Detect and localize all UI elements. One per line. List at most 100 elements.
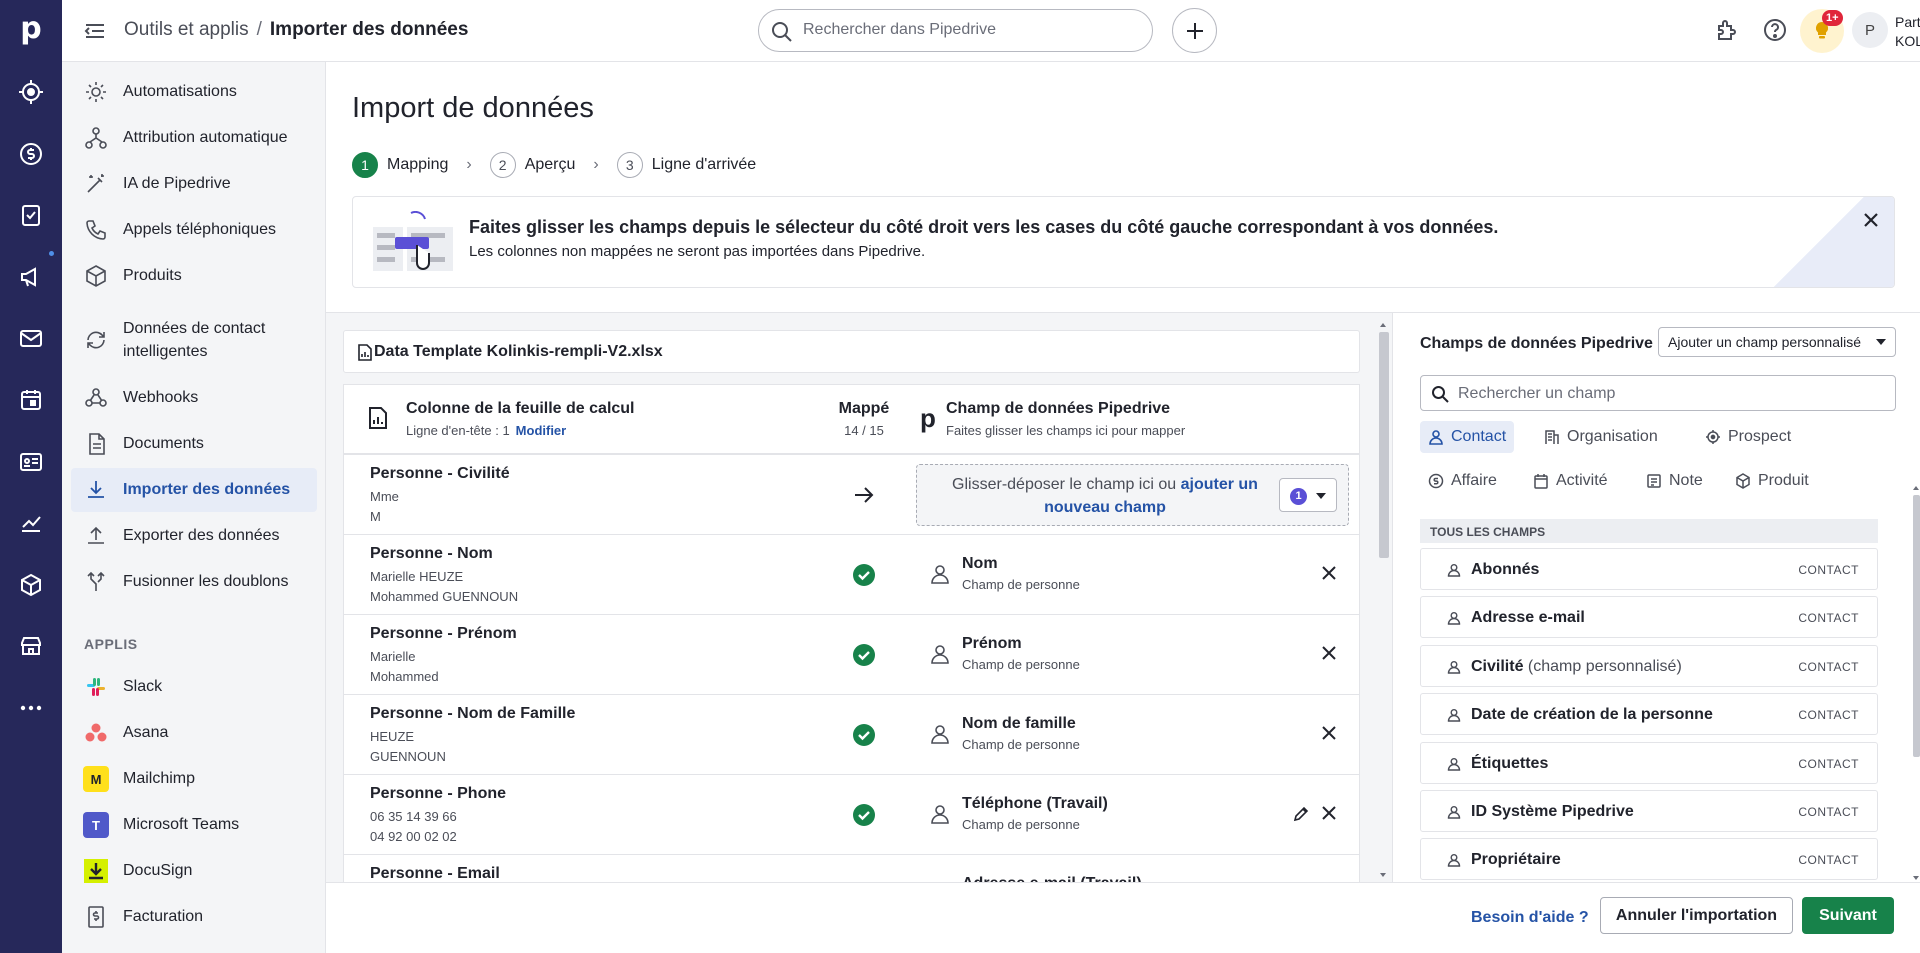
tab-note[interactable]: Note: [1638, 465, 1711, 497]
pipedrive-logo[interactable]: p: [0, 0, 62, 56]
avatar[interactable]: P: [1852, 12, 1888, 48]
close-icon: [1322, 566, 1336, 580]
field-search-input[interactable]: Rechercher un champ: [1420, 375, 1896, 411]
help-link[interactable]: Besoin d'aide ?: [1471, 909, 1589, 927]
sidebar-item-fusionner[interactable]: Fusionner les doublons: [71, 560, 317, 604]
field-label: Abonnés: [1471, 561, 1540, 578]
company-name: KOLINKIS: [1895, 33, 1920, 49]
store-icon[interactable]: [15, 630, 47, 662]
user-account[interactable]: Partner KOLINKIS: [1895, 13, 1920, 51]
sidebar-item-webhooks[interactable]: Webhooks: [71, 376, 317, 420]
sidebar-item-facturation[interactable]: Facturation: [71, 895, 317, 939]
puzzle-icon[interactable]: [1714, 17, 1740, 43]
unmap-button[interactable]: [1321, 805, 1337, 821]
sidebar-item-label: Appels téléphoniques: [123, 221, 277, 238]
field-drop-zone[interactable]: Glisser-déposer le champ ici ou ajouter …: [916, 464, 1349, 526]
close-banner-button[interactable]: [1862, 211, 1880, 229]
table-row: Personne - Nom Marielle HEUZE Mohammed G…: [344, 535, 1359, 615]
user-name: Partner: [1895, 14, 1920, 30]
scroll-down-icon[interactable]: [1376, 870, 1390, 880]
field-item-abonnes[interactable]: Abonnés CONTACT: [1420, 548, 1878, 590]
calendar-icon[interactable]: [15, 384, 47, 416]
sidebar-item-teams[interactable]: T Microsoft Teams: [71, 803, 317, 847]
field-item-adresse-email[interactable]: Adresse e-mail CONTACT: [1420, 596, 1878, 638]
sidebar-item-produits[interactable]: Produits: [71, 254, 317, 298]
megaphone-icon[interactable]: [15, 261, 47, 293]
help-icon[interactable]: [1762, 17, 1788, 43]
sidebar-item-mailchimp[interactable]: M Mailchimp: [71, 757, 317, 801]
tab-activite[interactable]: Activité: [1525, 465, 1616, 497]
sidebar-item-automatisations[interactable]: Automatisations: [71, 70, 317, 114]
add-custom-field-dropdown[interactable]: Ajouter un champ personnalisé: [1658, 327, 1896, 357]
field-tag: CONTACT: [1798, 757, 1859, 771]
sidebar-item-documents[interactable]: Documents: [71, 422, 317, 466]
field-label: Propriétaire: [1471, 851, 1561, 868]
sidebar-item-label: Données de contact intelligentes: [123, 320, 266, 360]
dollar-icon[interactable]: [15, 138, 47, 170]
add-button[interactable]: [1172, 8, 1217, 53]
sidebar-item-appels[interactable]: Appels téléphoniques: [71, 208, 317, 252]
tab-contact[interactable]: Contact: [1420, 421, 1515, 453]
field-item-civilite[interactable]: Civilité (champ personnalisé) CONTACT: [1420, 645, 1878, 687]
person-icon: [1447, 612, 1461, 625]
edit-mapping-button[interactable]: [1293, 806, 1309, 822]
breadcrumb-parent[interactable]: Outils et applis: [124, 19, 249, 40]
suggestions-dropdown[interactable]: 1: [1279, 478, 1337, 512]
more-icon[interactable]: [15, 692, 47, 724]
mapped-field-type: Champ de personne: [962, 657, 1080, 672]
sidebar-item-attribution[interactable]: Attribution automatique: [71, 116, 317, 160]
tab-label: Produit: [1758, 472, 1809, 489]
tab-affaire[interactable]: Affaire: [1420, 465, 1505, 497]
sidebar-item-asana[interactable]: Asana: [71, 711, 317, 755]
scrollbar-thumb[interactable]: [1913, 495, 1920, 757]
unmap-button[interactable]: [1321, 725, 1337, 741]
tab-label: Note: [1669, 472, 1703, 489]
tab-prospect[interactable]: Prospect: [1697, 421, 1799, 453]
step-3-label: Ligne d'arrivée: [651, 156, 757, 173]
scroll-up-icon[interactable]: [1911, 483, 1920, 493]
field-item-proprietaire[interactable]: Propriétaire CONTACT: [1420, 838, 1878, 880]
tab-organisation[interactable]: Organisation: [1536, 421, 1666, 453]
target-icon[interactable]: [15, 76, 47, 108]
target-icon: [1705, 429, 1721, 445]
sample-value: Marielle: [370, 649, 416, 664]
field-item-etiquettes[interactable]: Étiquettes CONTACT: [1420, 742, 1878, 784]
mapping-scrollbar[interactable]: [1376, 320, 1390, 880]
contact-card-icon[interactable]: [15, 446, 47, 478]
field-tag: CONTACT: [1798, 563, 1859, 577]
next-button[interactable]: Suivant: [1802, 897, 1894, 934]
modify-header-link[interactable]: Modifier: [516, 423, 567, 438]
file-name: Data Template Kolinkis-rempli-V2.xlsx: [374, 342, 663, 360]
clipboard-check-icon[interactable]: [15, 199, 47, 231]
fields-scrollbar[interactable]: [1911, 483, 1920, 883]
cancel-import-button[interactable]: Annuler l'importation: [1600, 897, 1793, 934]
sidebar-item-importer[interactable]: Importer des données: [71, 468, 317, 512]
scrollbar-thumb[interactable]: [1379, 332, 1389, 558]
mapped-field-name: Nom de famille: [962, 715, 1076, 732]
sidebar-item-ia[interactable]: IA de Pipedrive: [71, 162, 317, 206]
scroll-up-icon[interactable]: [1376, 320, 1390, 330]
slack-icon: [83, 674, 109, 700]
field-item-date-creation[interactable]: Date de création de la personne CONTACT: [1420, 693, 1878, 735]
global-search-input[interactable]: Rechercher dans Pipedrive: [758, 9, 1153, 52]
table-row: Personne - Civilité Mme M Glisser-dépose…: [344, 455, 1359, 535]
magic-wand-icon: [83, 171, 109, 197]
unmap-button[interactable]: [1321, 645, 1337, 661]
tab-produit[interactable]: Produit: [1727, 465, 1817, 497]
tab-label: Affaire: [1451, 472, 1497, 489]
tab-label: Contact: [1451, 428, 1507, 445]
search-placeholder: Rechercher dans Pipedrive: [803, 21, 996, 38]
person-icon: [1447, 709, 1461, 722]
mail-icon[interactable]: [15, 322, 47, 354]
sidebar-item-docusign[interactable]: DocuSign: [71, 849, 317, 893]
chart-icon[interactable]: [15, 507, 47, 539]
sidebar-item-slack[interactable]: Slack: [71, 665, 317, 709]
sidebar-item-label: Exporter des données: [123, 527, 280, 544]
sidebar-item-exporter[interactable]: Exporter des données: [71, 514, 317, 558]
cube-icon[interactable]: [15, 569, 47, 601]
field-item-id-systeme[interactable]: ID Système Pipedrive CONTACT: [1420, 790, 1878, 832]
sidebar-item-donnees-contact[interactable]: Données de contact intelligentes: [71, 312, 317, 368]
table-row: Personne - Email Adresse e-mail (Travail…: [344, 855, 1359, 883]
collapse-menu-icon[interactable]: [84, 20, 106, 42]
unmap-button[interactable]: [1321, 565, 1337, 581]
